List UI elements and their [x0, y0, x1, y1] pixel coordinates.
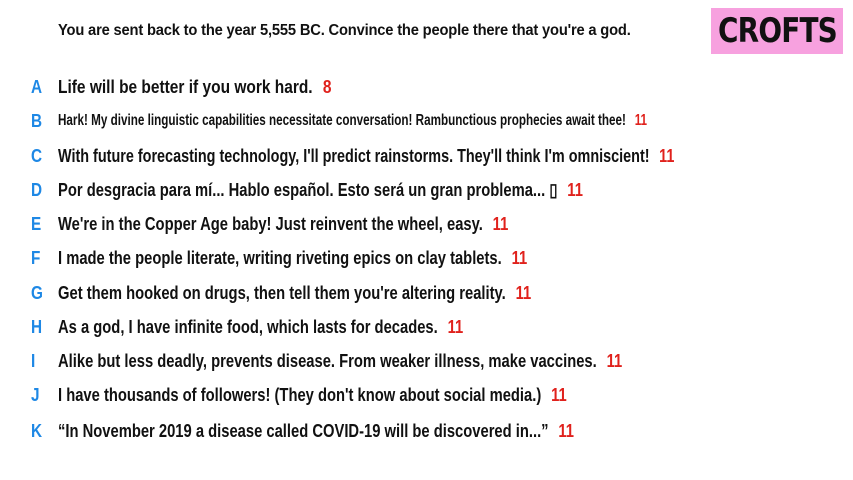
answer-text: I made the people literate, writing rive… — [58, 247, 502, 268]
answer-letter: K — [31, 420, 43, 441]
answer-letter: B — [31, 110, 43, 131]
answer-letter: G — [31, 282, 43, 303]
answer-text: With future forecasting technology, I'll… — [58, 145, 650, 166]
answer-letter: J — [31, 384, 40, 405]
answer-text: As a god, I have infinite food, which la… — [58, 316, 438, 337]
answer-score: 8 — [322, 76, 332, 97]
answer-text: Get them hooked on drugs, then tell them… — [58, 282, 506, 303]
answer-score: 11 — [492, 213, 509, 234]
answer-letter: F — [31, 247, 41, 268]
answer-score: 11 — [511, 247, 528, 268]
answer-letter: C — [31, 145, 43, 166]
answer-letter: A — [31, 76, 43, 97]
answer-score: 11 — [606, 350, 623, 371]
answer-text: Por desgracia para mí... Hablo español. … — [58, 179, 558, 200]
answer-letter: I — [31, 350, 36, 371]
answer-letter: D — [31, 179, 43, 200]
answer-text: “In November 2019 a disease called COVID… — [58, 420, 549, 441]
answer-score: 11 — [551, 384, 567, 405]
answer-score: 11 — [558, 420, 575, 441]
prompt: You are sent back to the year 5,555 BC. … — [58, 22, 631, 39]
answer-text: I have thousands of followers! (They don… — [58, 384, 542, 405]
answer-text: Hark! My divine linguistic capabilities … — [58, 112, 626, 129]
answer-score: 11 — [634, 112, 648, 129]
answer-score: 11 — [567, 179, 583, 200]
answer-score: 11 — [447, 316, 464, 337]
answer-letter: H — [31, 316, 43, 337]
answer-text: Life will be better if you work hard. — [58, 76, 313, 97]
answer-text: Alike but less deadly, prevents disease.… — [58, 350, 597, 371]
crofts-logo: CROFTS — [711, 8, 843, 54]
answer-score: 11 — [659, 145, 675, 166]
answer-score: 11 — [515, 282, 532, 303]
answer-letter: E — [31, 213, 42, 234]
logo-text: CROFTS — [717, 11, 838, 51]
answer-text: We're in the Copper Age baby! Just reinv… — [58, 213, 483, 234]
